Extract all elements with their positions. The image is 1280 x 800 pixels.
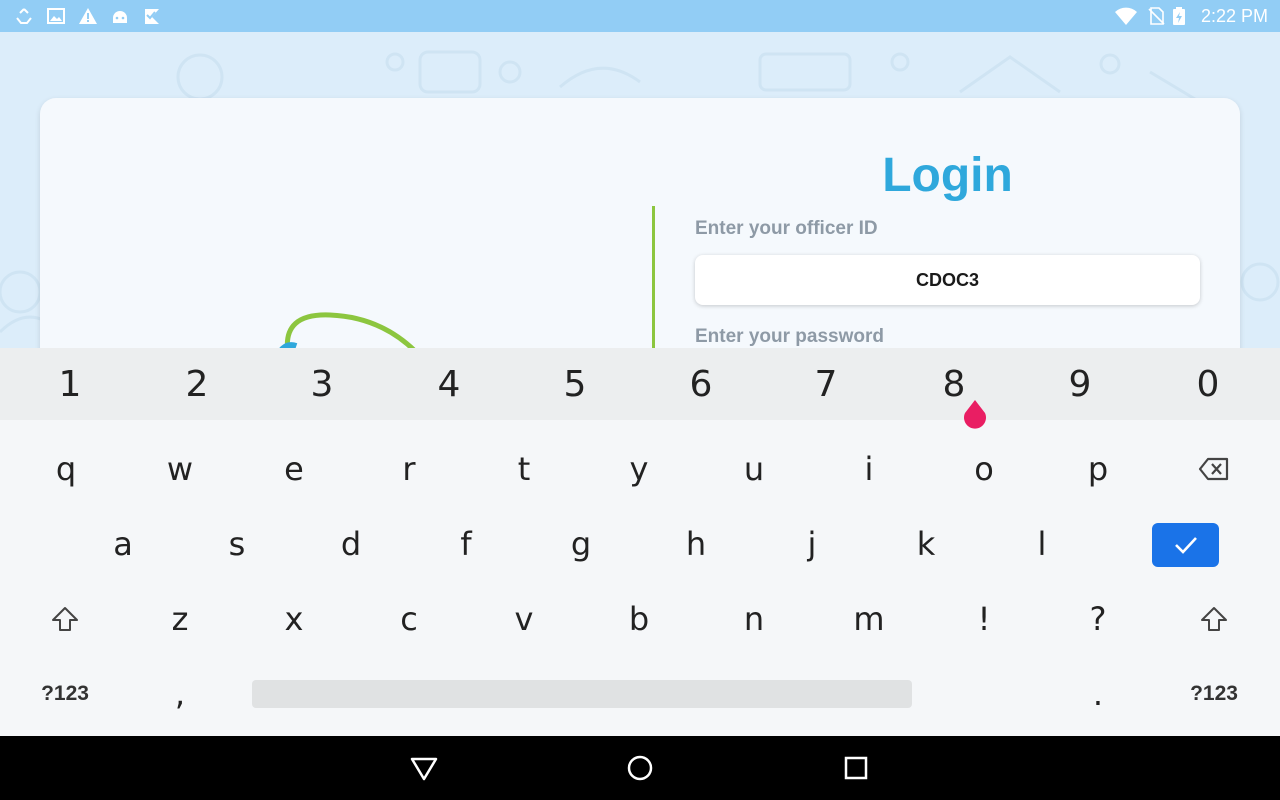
navigation-bar xyxy=(0,736,1280,800)
key-y[interactable]: y xyxy=(582,433,696,505)
backspace-icon xyxy=(1198,457,1229,481)
key-g[interactable]: g xyxy=(524,508,638,580)
enter-button[interactable] xyxy=(1152,523,1219,567)
key-t[interactable]: t xyxy=(467,433,581,505)
recents-icon[interactable] xyxy=(840,752,872,784)
check-flag-icon xyxy=(145,9,159,24)
key-s[interactable]: s xyxy=(180,508,294,580)
key-exclamation[interactable]: ! xyxy=(927,583,1041,655)
key-k[interactable]: k xyxy=(869,508,983,580)
key-1[interactable]: 1 xyxy=(7,348,133,420)
symbols-key-right[interactable]: ?123 xyxy=(1157,658,1271,730)
key-l[interactable]: l xyxy=(985,508,1099,580)
key-n[interactable]: n xyxy=(697,583,811,655)
key-4[interactable]: 4 xyxy=(386,348,512,420)
login-title: Login xyxy=(882,149,1013,202)
text-cursor-handle[interactable] xyxy=(961,399,989,433)
vertical-divider xyxy=(652,206,655,366)
officer-id-label: Enter your officer ID xyxy=(695,218,878,239)
back-icon[interactable] xyxy=(408,752,440,784)
status-bar: 2:22 PM xyxy=(0,0,1280,32)
key-d[interactable]: d xyxy=(294,508,408,580)
warning-icon xyxy=(79,8,97,24)
number-row: 1 2 3 4 5 6 7 8 9 0 xyxy=(0,348,1280,420)
key-0[interactable]: 0 xyxy=(1145,348,1271,420)
key-question[interactable]: ? xyxy=(1041,583,1155,655)
key-j[interactable]: j xyxy=(755,508,869,580)
key-a[interactable]: a xyxy=(66,508,180,580)
key-b[interactable]: b xyxy=(582,583,696,655)
key-5[interactable]: 5 xyxy=(512,348,638,420)
battery-charging-icon xyxy=(1173,7,1185,25)
key-r[interactable]: r xyxy=(352,433,466,505)
key-p[interactable]: p xyxy=(1041,433,1155,505)
key-i[interactable]: i xyxy=(812,433,926,505)
key-q[interactable]: q xyxy=(9,433,123,505)
checkmark-icon xyxy=(1174,537,1197,554)
shift-key-left[interactable] xyxy=(8,583,122,655)
key-6[interactable]: 6 xyxy=(638,348,764,420)
key-z[interactable]: z xyxy=(123,583,237,655)
key-9[interactable]: 9 xyxy=(1017,348,1143,420)
symbols-key-left[interactable]: ?123 xyxy=(8,658,122,730)
key-u[interactable]: u xyxy=(697,433,811,505)
key-3[interactable]: 3 xyxy=(259,348,385,420)
backspace-key[interactable] xyxy=(1157,433,1271,505)
key-o[interactable]: o xyxy=(927,433,1041,505)
key-x[interactable]: x xyxy=(237,583,351,655)
key-7[interactable]: 7 xyxy=(763,348,889,420)
shift-icon xyxy=(52,607,78,631)
key-v[interactable]: v xyxy=(467,583,581,655)
key-c[interactable]: c xyxy=(352,583,466,655)
key-e[interactable]: e xyxy=(237,433,351,505)
key-h[interactable]: h xyxy=(639,508,753,580)
image-icon xyxy=(47,8,65,24)
sync-icon xyxy=(16,8,32,24)
key-period[interactable]: . xyxy=(1041,658,1155,730)
no-sim-icon xyxy=(1148,7,1165,25)
soft-keyboard: 1 2 3 4 5 6 7 8 9 0 q w e r t y u i o p … xyxy=(0,348,1280,736)
spacebar[interactable] xyxy=(252,680,912,708)
clock: 2:22 PM xyxy=(1200,6,1268,26)
key-m[interactable]: m xyxy=(812,583,926,655)
officer-id-input[interactable] xyxy=(695,255,1200,305)
key-comma[interactable]: , xyxy=(123,658,237,730)
key-f[interactable]: f xyxy=(409,508,523,580)
password-label: Enter your password xyxy=(695,326,884,347)
shift-key-right[interactable] xyxy=(1157,583,1271,655)
key-8[interactable]: 8 xyxy=(891,348,1017,420)
key-w[interactable]: w xyxy=(123,433,237,505)
android-icon xyxy=(113,11,127,23)
wifi-icon xyxy=(1115,7,1137,25)
shift-icon xyxy=(1201,607,1227,631)
key-2[interactable]: 2 xyxy=(134,348,260,420)
home-icon[interactable] xyxy=(624,752,656,784)
